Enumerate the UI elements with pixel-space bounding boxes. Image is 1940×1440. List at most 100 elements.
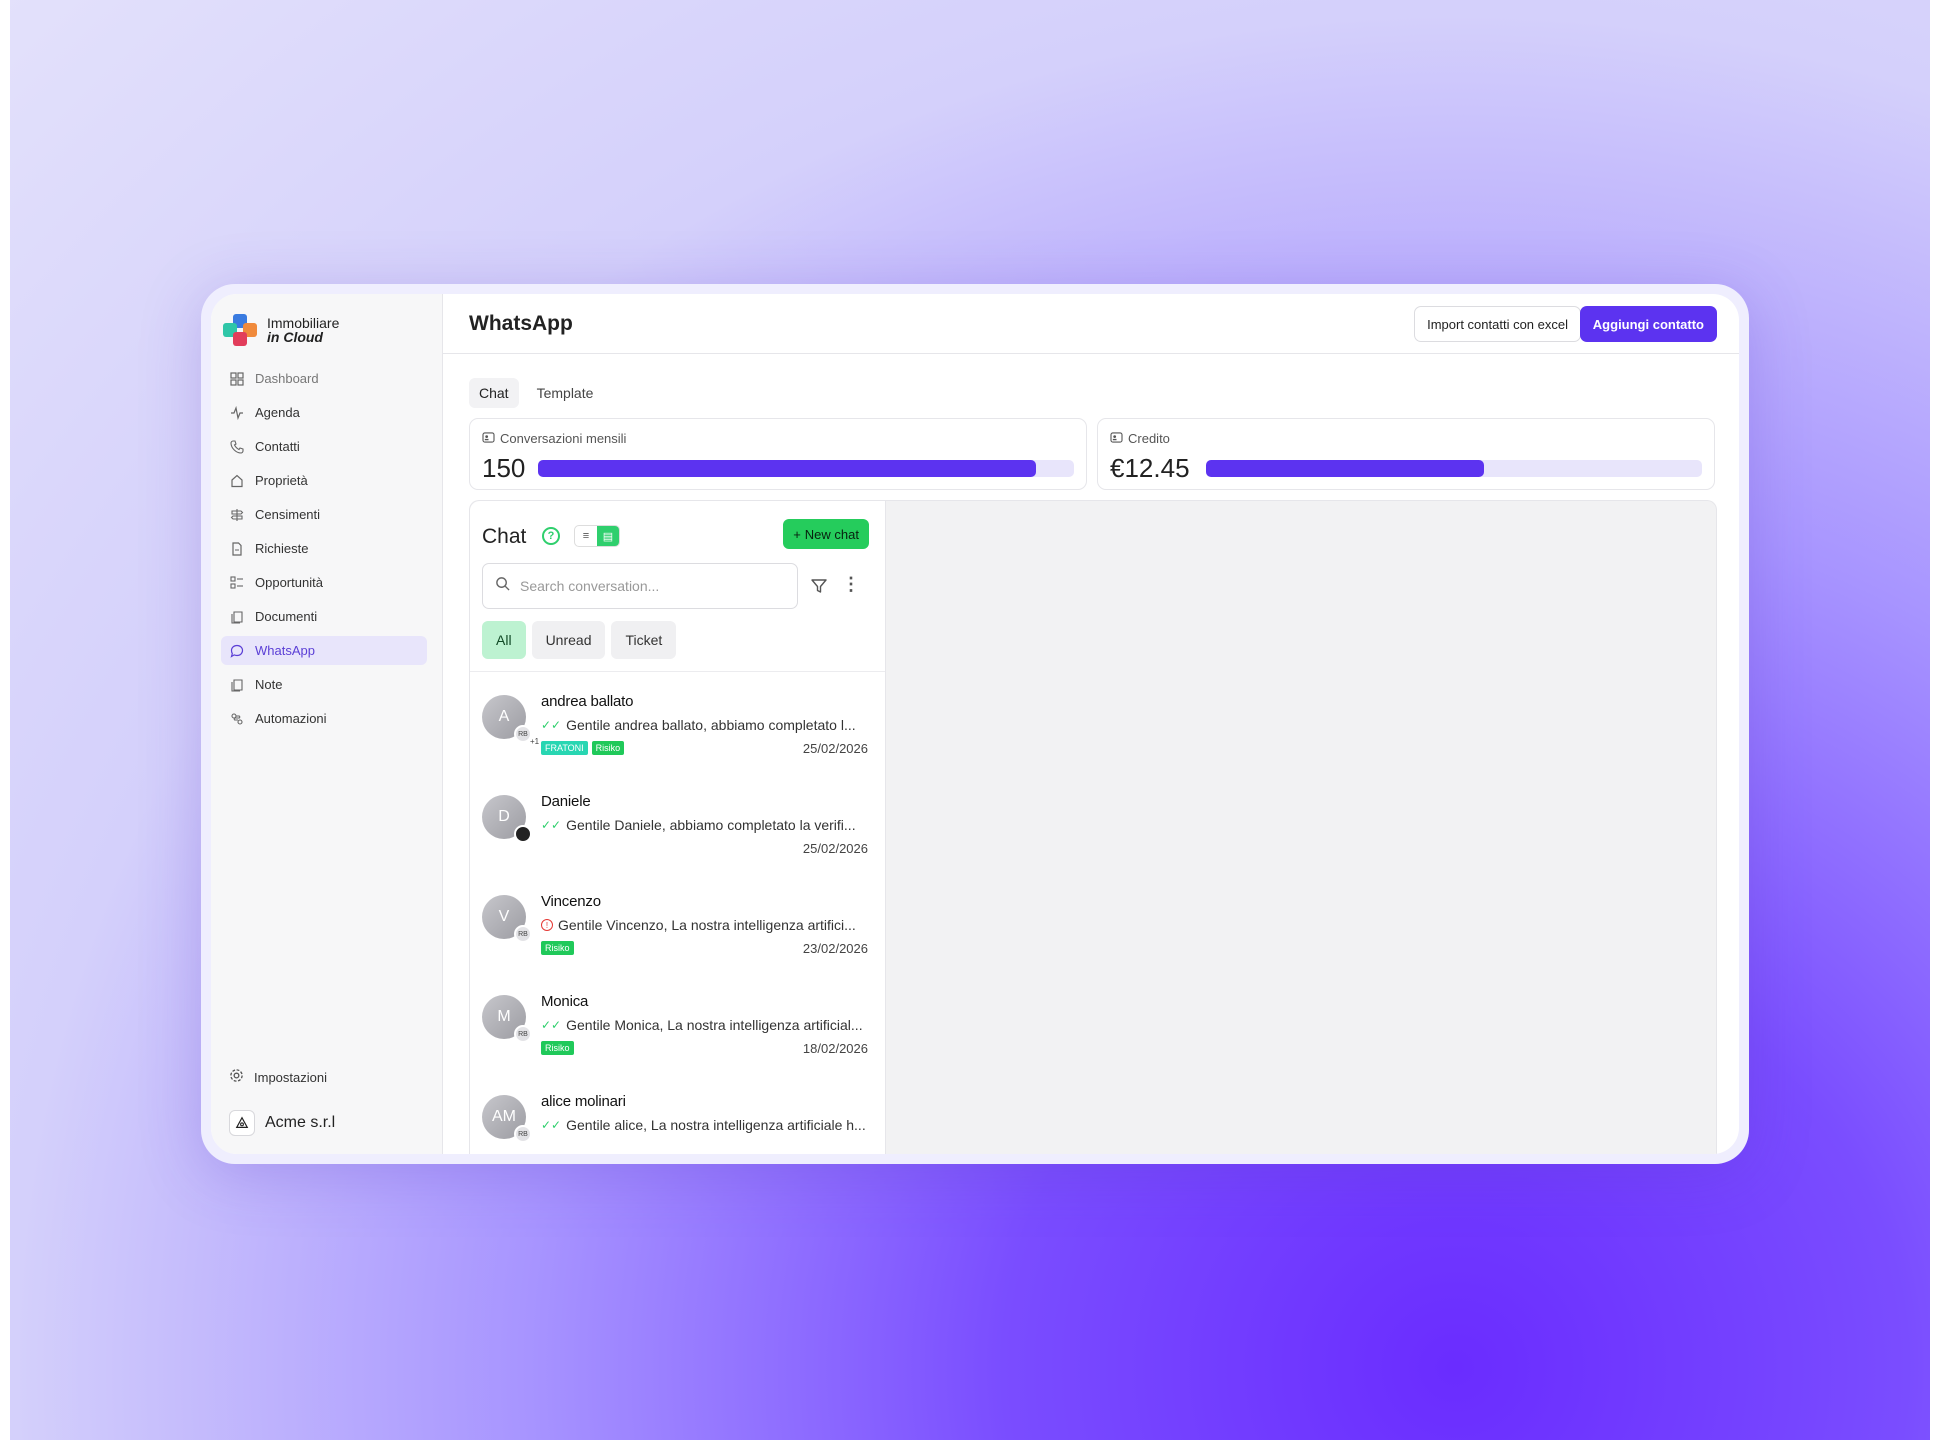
sidebar-item-richieste[interactable]: Richieste — [221, 534, 427, 563]
sidebar-item-label: Opportunità — [255, 575, 323, 590]
sidebar-item-documenti[interactable]: Documenti — [221, 602, 427, 631]
page-title: WhatsApp — [469, 312, 573, 335]
sidebar-item-dashboard[interactable]: Dashboard — [221, 364, 427, 393]
stat-conversations-label: Conversazioni mensili — [500, 431, 627, 446]
sidebar-item-contatti[interactable]: Contatti — [221, 432, 427, 461]
organization-switcher[interactable]: Acme s.r.l — [229, 1110, 335, 1136]
sidebar-item-opportunit[interactable]: Opportunità — [221, 568, 427, 597]
last-message: Gentile Vincenzo, La nostra intelligenza… — [558, 917, 856, 933]
documents-icon — [229, 609, 245, 625]
filter-ticket[interactable]: Ticket — [611, 621, 677, 659]
list-divider — [470, 671, 885, 672]
grid-icon — [229, 371, 245, 387]
frame-edge-right — [1930, 0, 1940, 1440]
search-icon — [495, 576, 510, 596]
conversation-preview: ✓✓ Gentile andrea ballato, abbiamo comple… — [541, 717, 871, 733]
logo-mark-icon — [221, 312, 261, 348]
sidebar-item-label: Documenti — [255, 609, 318, 624]
tag-badge: FRATONI — [541, 741, 588, 755]
tag-badge: Risiko — [541, 1041, 574, 1055]
tab-chat[interactable]: Chat — [469, 378, 519, 408]
device-frame: Immobiliare in Cloud Dashboard Agenda Cont… — [201, 284, 1749, 1164]
tag-badge: Risiko — [541, 941, 574, 955]
agent-badge: RB — [514, 1025, 532, 1043]
conversation-list-panel: Chat ? ≡ ▤ + New chat Search conversatio… — [470, 501, 886, 1154]
conversation-date: 25/02/2026 — [802, 741, 868, 756]
double-check-icon: ✓✓ — [541, 818, 562, 832]
conversation-item[interactable]: V RB Vincenzo! Gentile Vincenzo, La nostra … — [470, 879, 885, 979]
stat-credit-value: €12.45 — [1110, 453, 1190, 483]
sidebar-item-note[interactable]: Note — [221, 670, 427, 699]
page-header: WhatsApp Import contatti con excel Aggiu… — [443, 294, 1739, 354]
add-contact-button[interactable]: Aggiungi contatto — [1579, 306, 1717, 342]
new-chat-button[interactable]: + New chat — [783, 519, 869, 549]
conversation-item[interactable]: AM RB alice molinari ✓✓ Gentile alice, La no… — [470, 1079, 885, 1154]
credit-progress-bar — [1206, 460, 1702, 477]
conversation-preview: ✓✓ Gentile alice, La nostra intelligenza … — [541, 1117, 871, 1133]
tag-list: Risiko — [541, 941, 574, 955]
settings-link[interactable]: Impostazioni — [229, 1068, 327, 1086]
conversation-name: Monica — [541, 993, 589, 1010]
sidebar-item-automazioni[interactable]: Automazioni — [221, 704, 427, 733]
conversation-preview: ✓✓ Gentile Daniele, abbiamo completato la… — [541, 817, 871, 833]
org-name: Acme s.r.l — [265, 1114, 336, 1131]
agent-badge: RB — [514, 925, 532, 943]
sidebar-item-whatsapp[interactable]: WhatsApp — [221, 636, 427, 665]
automation-icon — [229, 711, 245, 727]
sidebar-item-label: Proprietà — [255, 473, 308, 488]
sidebar-item-label: Contatti — [255, 439, 300, 454]
conversation-name: Vincenzo — [541, 893, 601, 910]
conversation-date: 23/02/2026 — [802, 941, 868, 956]
credit-progress-fill — [1206, 460, 1484, 477]
tag-list: FRATONI Risiko — [541, 741, 625, 755]
tab-bar: Chat Template — [469, 378, 603, 408]
double-check-icon: ✓✓ — [541, 718, 562, 732]
chat-bubble-icon — [229, 643, 245, 659]
frame-edge-left — [0, 0, 10, 1440]
view-toggle[interactable]: ≡ ▤ — [574, 525, 620, 547]
compact-view-icon[interactable]: ▤ — [597, 526, 619, 546]
phone-icon — [229, 439, 245, 455]
filter-unread[interactable]: Unread — [531, 621, 606, 659]
home-icon — [229, 473, 245, 489]
sidebar-item-agenda[interactable]: Agenda — [221, 398, 427, 427]
conversation-name: alice molinari — [541, 1093, 626, 1110]
logo-line2: in Cloud — [267, 329, 323, 345]
note-icon — [229, 677, 245, 693]
conversation-date: 25/02/2026 — [802, 841, 868, 856]
filter-all[interactable]: All — [482, 621, 526, 659]
chat-panel-title: Chat — [482, 525, 527, 548]
gear-icon — [229, 1068, 244, 1086]
sidebar-item-censimenti[interactable]: Censimenti — [221, 500, 427, 529]
conversations-progress-bar — [538, 460, 1074, 477]
sidebar-item-label: Note — [255, 677, 283, 692]
more-options-icon[interactable]: ⋮ — [842, 575, 860, 593]
import-excel-button[interactable]: Import contatti con excel — [1414, 306, 1581, 342]
conversation-item[interactable]: A RB +1 andrea ballato ✓✓ Gentile andrea ball… — [470, 679, 885, 779]
stat-credit: Credito €12.45 — [1097, 418, 1715, 490]
search-input[interactable] — [520, 578, 780, 594]
extra-agents-count: +1 — [530, 737, 540, 746]
last-message: Gentile alice, La nostra intelligenza ar… — [566, 1117, 866, 1133]
app-logo[interactable]: Immobiliare in Cloud — [221, 312, 339, 348]
tag-badge: Risiko — [591, 741, 625, 755]
conversation-name: Daniele — [541, 793, 591, 810]
app-screen: Immobiliare in Cloud Dashboard Agenda Cont… — [211, 294, 1739, 1154]
stat-monthly-conversations: Conversazioni mensili 150 — [469, 418, 1087, 490]
stat-credit-label: Credito — [1128, 431, 1170, 446]
conversation-item[interactable]: M RB Monica ✓✓ Gentile Monica, La nostra int… — [470, 979, 885, 1079]
double-check-icon: ✓✓ — [541, 1018, 562, 1032]
help-icon[interactable]: ? — [542, 527, 560, 545]
sidebar-item-propriet[interactable]: Proprietà — [221, 466, 427, 495]
tab-template[interactable]: Template — [527, 378, 604, 408]
signpost-icon — [229, 507, 245, 523]
list-view-icon[interactable]: ≡ — [575, 526, 597, 546]
conversation-item[interactable]: D Daniele ✓✓ Gentile Daniele, abbiamo compl… — [470, 779, 885, 879]
plus-icon: + — [793, 526, 801, 542]
sidebar-nav: Dashboard Agenda Contatti Proprietà Censimen… — [221, 364, 427, 738]
filter-icon[interactable] — [810, 577, 828, 600]
file-icon — [229, 541, 245, 557]
stat-label: Credito — [1110, 431, 1170, 446]
sidebar-item-label: Censimenti — [255, 507, 321, 522]
settings-label: Impostazioni — [254, 1069, 327, 1085]
